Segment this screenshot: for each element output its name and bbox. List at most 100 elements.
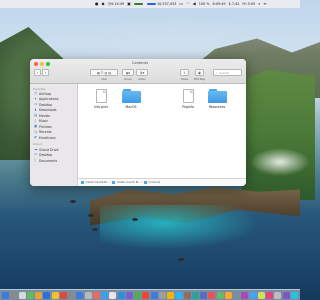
wallpaper-cliff bbox=[90, 187, 300, 226]
path-bar: Install macOS Bi… › Install macOS Bi… › … bbox=[78, 178, 246, 186]
date-clock-item[interactable]: Fri 3:09 bbox=[242, 2, 255, 6]
sidebar-section-icloud: iCloud bbox=[33, 142, 42, 147]
dock-app-icon[interactable] bbox=[208, 291, 216, 299]
dock-app-icon[interactable] bbox=[167, 291, 174, 299]
date-clock-text: Fri 3:09 bbox=[242, 2, 256, 6]
wifi-icon[interactable]: ◠ bbox=[186, 2, 190, 6]
dock-app-icon[interactable] bbox=[266, 291, 273, 299]
search-input[interactable]: ⌕ Search bbox=[213, 69, 242, 76]
display-icon[interactable]: ▭ bbox=[179, 2, 183, 6]
dock-app-icon[interactable] bbox=[76, 291, 84, 299]
wallpaper-rock bbox=[70, 200, 76, 203]
dock-app-icon[interactable] bbox=[18, 291, 26, 299]
file-item-info-plist[interactable]: Info.plist bbox=[86, 89, 116, 109]
document-icon bbox=[182, 89, 194, 103]
sidebar-item-label: iCloud Drive bbox=[39, 147, 59, 152]
cpu-meter[interactable] bbox=[133, 2, 144, 6]
share-label: Share bbox=[181, 78, 188, 81]
dock-app-icon[interactable] bbox=[109, 291, 117, 299]
dock-app-icon[interactable] bbox=[224, 291, 232, 299]
dock-app-icon[interactable] bbox=[2, 291, 9, 299]
sidebar-item-label: Pictures bbox=[39, 124, 52, 129]
shield-icon[interactable]: ◆ bbox=[102, 2, 105, 6]
back-button[interactable]: ‹ bbox=[34, 69, 41, 76]
dock-app-icon[interactable] bbox=[175, 291, 183, 299]
group-button[interactable]: ▦▾ bbox=[122, 69, 134, 76]
close-button[interactable] bbox=[34, 62, 38, 66]
path-item[interactable]: Install macOS Bi… bbox=[86, 181, 110, 184]
dock-app-icon[interactable] bbox=[84, 291, 92, 299]
battery-text: 100 % bbox=[198, 2, 210, 6]
group-icon: ▦▾ bbox=[125, 70, 131, 75]
dock-app-icon[interactable] bbox=[249, 291, 257, 299]
folder-icon bbox=[112, 181, 116, 184]
search-icon[interactable]: ⌕ bbox=[258, 2, 260, 6]
view-mode-control[interactable]: ▦ ☰ ▥ ▤ bbox=[90, 69, 118, 76]
file-name: MacOS bbox=[125, 105, 137, 109]
dock-app-icon[interactable] bbox=[191, 291, 199, 299]
volume-icon[interactable]: ◀ bbox=[193, 2, 196, 6]
menu-bar: ● ◆ ◷ 5:14:49 ▣ 10,537,033 ▭ ◠ ◀ 100 % 6… bbox=[0, 0, 300, 8]
dock-app-icon[interactable] bbox=[26, 291, 34, 299]
dock-app-icon[interactable] bbox=[68, 291, 75, 299]
dock-app-icon[interactable] bbox=[51, 291, 59, 299]
dock-app-icon[interactable] bbox=[35, 291, 42, 299]
path-item[interactable]: Install macOS Bi… bbox=[117, 181, 141, 184]
status-icon[interactable]: ● bbox=[95, 2, 99, 6]
path-item[interactable]: Contents bbox=[148, 181, 160, 184]
rates-item[interactable]: $ 7.42 bbox=[229, 2, 240, 6]
view-label: View bbox=[101, 78, 107, 81]
sidebar-item-label: Emoticons bbox=[39, 135, 56, 140]
sidebar-item-label: Recents bbox=[39, 130, 52, 135]
dock-app-icon[interactable] bbox=[150, 291, 158, 299]
wallpaper-fog bbox=[250, 148, 310, 176]
dock-app-icon[interactable] bbox=[290, 291, 298, 299]
sidebar-item-emoticons[interactable]: ▰ Emoticons bbox=[30, 135, 77, 141]
world-clock-item[interactable]: 6:09:49 bbox=[213, 2, 226, 6]
dock-app-icon[interactable] bbox=[142, 291, 150, 299]
dock-app-icon[interactable] bbox=[59, 291, 67, 299]
sidebar-item-icloud-documents[interactable]: ▯ Documents bbox=[30, 158, 77, 164]
action-button[interactable]: ⚙▾ bbox=[136, 69, 148, 76]
dock-app-icon[interactable] bbox=[200, 291, 207, 299]
dock-app-icon[interactable] bbox=[10, 291, 18, 299]
dock-app-icon[interactable] bbox=[158, 291, 166, 299]
dock-app-icon[interactable] bbox=[43, 291, 51, 299]
file-item-resources[interactable]: Resources bbox=[202, 89, 232, 109]
menu-extra-icon[interactable]: ▣ bbox=[127, 2, 131, 6]
dock-app-icon[interactable] bbox=[216, 291, 224, 299]
dock-app-icon[interactable] bbox=[125, 291, 133, 299]
file-name: Info.plist bbox=[94, 105, 108, 109]
file-item-pkginfo[interactable]: PkgInfo bbox=[173, 89, 203, 109]
dock-app-icon[interactable] bbox=[274, 291, 282, 299]
share-button[interactable]: ⇪ bbox=[180, 69, 189, 76]
sidebar-item-label: Desktop bbox=[39, 153, 53, 158]
wallpaper-turquoise-water bbox=[100, 205, 260, 250]
file-item-macos[interactable]: MacOS bbox=[116, 89, 146, 109]
dock-app-icon[interactable] bbox=[134, 291, 141, 299]
zoom-button[interactable] bbox=[46, 62, 50, 66]
grid-view-icon: ▦ ☰ ▥ ▤ bbox=[96, 70, 112, 75]
dock-app-icon[interactable] bbox=[101, 291, 108, 299]
forward-button[interactable]: › bbox=[42, 69, 49, 76]
sidebar-item-label: Movies bbox=[39, 113, 51, 118]
network-status-item[interactable]: 10,537,033 bbox=[146, 2, 176, 6]
clock-status-item[interactable]: ◷ 5:14:49 bbox=[108, 2, 125, 7]
control-center-icon[interactable]: ≡ bbox=[263, 2, 266, 6]
dock-app-icon[interactable] bbox=[183, 291, 191, 299]
dock-app-icon[interactable] bbox=[257, 291, 265, 299]
dock-app-icon[interactable] bbox=[92, 291, 100, 299]
edit-tags-button[interactable]: ◉ bbox=[195, 69, 204, 76]
dock-app-icon[interactable] bbox=[233, 291, 240, 299]
path-separator: › bbox=[110, 181, 112, 184]
dock-app-icon[interactable] bbox=[117, 291, 125, 299]
minimize-button[interactable] bbox=[40, 62, 44, 66]
wallpaper-hill-right bbox=[235, 70, 315, 200]
battery-status-item[interactable]: 100 % bbox=[199, 2, 210, 6]
sidebar: Favorites ◎ AirDrop ✦ Applications ▭ Des… bbox=[30, 84, 78, 186]
share-icon: ⇪ bbox=[183, 70, 186, 75]
dock-app-icon[interactable] bbox=[282, 291, 290, 299]
action-label: Action bbox=[138, 78, 146, 81]
dock-app-icon[interactable] bbox=[241, 291, 249, 299]
rates-text: $ 7.42 bbox=[228, 2, 240, 6]
